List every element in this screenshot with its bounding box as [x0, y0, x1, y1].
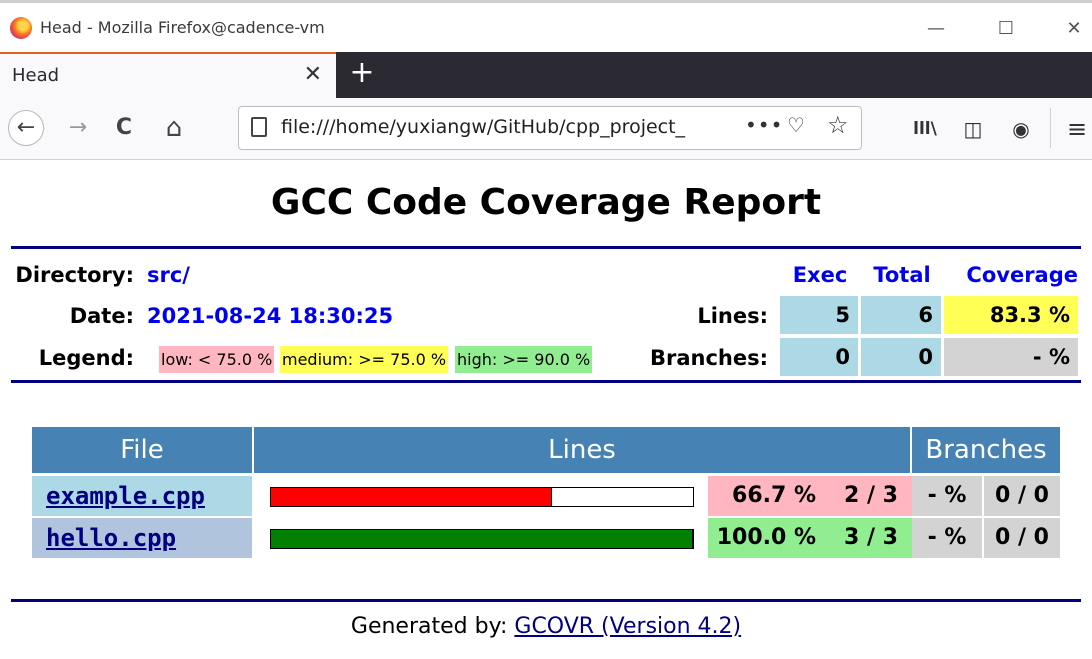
firefox-logo-icon	[10, 17, 32, 39]
directory-label: Directory:	[15, 263, 134, 287]
tab-label: Head	[12, 65, 60, 86]
lines-label: Lines:	[697, 304, 768, 328]
menu-icon[interactable]: ≡	[1060, 112, 1092, 146]
new-tab-button[interactable]: +	[346, 56, 378, 92]
branches-label: Branches:	[649, 346, 768, 370]
bottom-rule	[11, 599, 1081, 602]
gcovr-link[interactable]: GCOVR (Version 4.2)	[514, 614, 741, 639]
legend-label: Legend:	[38, 346, 134, 370]
branch-percent: - %	[912, 476, 982, 516]
sidebar-icon[interactable]: ◫	[956, 112, 990, 146]
file-column-header: File	[32, 427, 254, 473]
home-button[interactable]: ⌂	[156, 110, 192, 146]
total-header: Total	[873, 263, 931, 287]
pocket-icon[interactable]: ♡	[787, 113, 805, 137]
minimize-button[interactable]: —	[916, 13, 956, 45]
branches-total: 0	[861, 338, 941, 376]
top-rule	[11, 246, 1081, 249]
tab-strip: Head ✕ +	[0, 52, 1092, 98]
date-label: Date:	[69, 304, 134, 328]
date-value: 2021-08-24 18:30:25	[147, 304, 394, 328]
branch-ratio: 0 / 0	[982, 518, 1060, 558]
lines-total: 6	[861, 296, 941, 334]
forward-button[interactable]: →	[60, 110, 96, 146]
library-icon[interactable]: lll\	[908, 112, 942, 146]
lines-column-header: Lines	[254, 427, 912, 473]
directory-value: src/	[147, 263, 190, 287]
page-title: GCC Code Coverage Report	[270, 182, 822, 223]
line-ratio: 3 / 3	[830, 518, 912, 558]
legend-low: low: < 75.0 %	[159, 346, 275, 373]
page-icon	[251, 117, 267, 137]
window-title: Head - Mozilla Firefox@cadence-vm	[40, 18, 325, 37]
coverage-bar-track	[270, 529, 694, 549]
url-text[interactable]: file:///home/yuxiangw/GitHub/cpp_project…	[281, 116, 741, 138]
branches-coverage: - %	[944, 338, 1078, 376]
close-window-button[interactable]: ✕	[1054, 13, 1092, 45]
legend-medium: medium: >= 75.0 %	[280, 346, 449, 373]
line-ratio: 2 / 3	[830, 476, 912, 516]
coverage-header: Coverage	[966, 263, 1078, 287]
close-tab-icon[interactable]: ✕	[304, 62, 322, 87]
lines-exec: 5	[780, 296, 858, 334]
coverage-bar-cell	[254, 518, 708, 558]
branches-column-header: Branches	[912, 427, 1060, 473]
legend-high: high: >= 90.0 %	[455, 346, 593, 373]
page-actions-icon[interactable]: •••	[745, 113, 783, 137]
exec-header: Exec	[792, 263, 848, 287]
line-percent: 66.7 %	[708, 476, 830, 516]
coverage-bar-fill	[271, 488, 553, 506]
report-page: GCC Code Coverage Report Directory: src/…	[0, 160, 1092, 659]
footer-prefix: Generated by:	[350, 614, 515, 639]
branch-ratio: 0 / 0	[982, 476, 1060, 516]
lines-coverage: 83.3 %	[944, 296, 1078, 334]
url-bar[interactable]: file:///home/yuxiangw/GitHub/cpp_project…	[238, 106, 862, 150]
coverage-bar-cell	[254, 476, 708, 516]
file-link-example[interactable]: example.cpp	[32, 476, 252, 516]
footer: Generated by: GCOVR (Version 4.2)	[0, 614, 1092, 639]
toolbar-divider	[1050, 108, 1051, 148]
tab-head[interactable]: Head ✕	[0, 52, 336, 98]
mid-rule	[11, 380, 1081, 383]
account-icon[interactable]: ◉	[1004, 112, 1038, 146]
reload-button[interactable]: C	[106, 110, 142, 146]
back-button[interactable]: ←	[8, 110, 44, 146]
bookmark-star-icon[interactable]: ☆	[827, 111, 849, 139]
file-link-hello[interactable]: hello.cpp	[32, 518, 252, 558]
branches-exec: 0	[780, 338, 858, 376]
navigation-bar: ← → C ⌂ file:///home/yuxiangw/GitHub/cpp…	[0, 98, 1092, 160]
window-titlebar: Head - Mozilla Firefox@cadence-vm — ☐ ✕	[0, 0, 1092, 52]
line-percent: 100.0 %	[708, 518, 830, 558]
coverage-bar-track	[270, 487, 694, 507]
coverage-bar-fill	[271, 530, 693, 548]
branch-percent: - %	[912, 518, 982, 558]
maximize-button[interactable]: ☐	[986, 13, 1026, 45]
